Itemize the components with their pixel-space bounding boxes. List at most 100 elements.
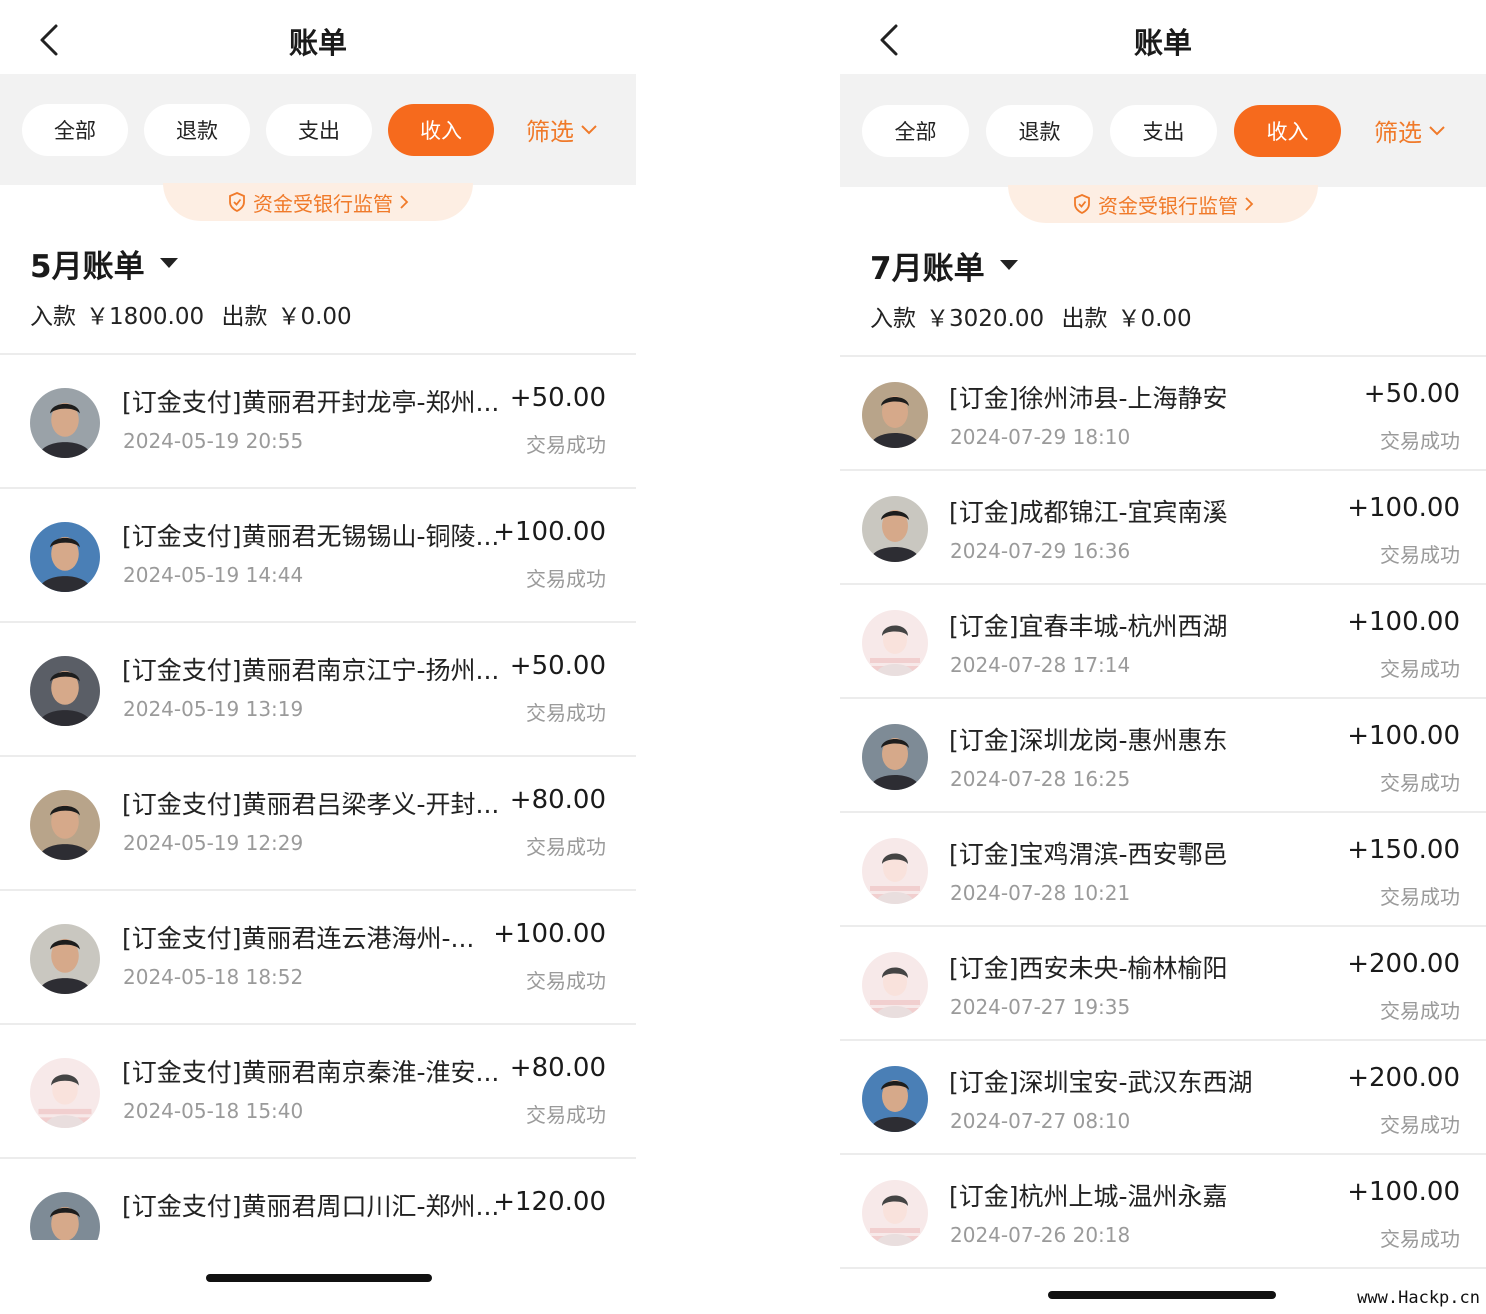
transaction-status: 交易成功 bbox=[526, 567, 606, 591]
transaction-title: [订金支付]黄丽君开封龙亭-郑州... bbox=[122, 388, 500, 417]
caret-down-icon bbox=[159, 258, 178, 268]
chevron-down-icon bbox=[581, 124, 597, 134]
transaction-row[interactable]: [订金支付]黄丽君连云港海州-... 2024-05-18 18:52 +100.0… bbox=[0, 891, 636, 1025]
avatar bbox=[862, 1180, 928, 1246]
tab-refund[interactable]: 退款 bbox=[144, 103, 250, 156]
transaction-title: [订金支付]黄丽君无锡锡山-铜陵... bbox=[122, 522, 500, 551]
transaction-status: 交易成功 bbox=[1380, 1227, 1460, 1251]
transaction-title: [订金支付]黄丽君南京江宁-扬州... bbox=[122, 656, 500, 685]
month-selector[interactable]: 7月账单 bbox=[840, 245, 1486, 287]
transaction-title: [订金]西安未央-榆林榆阳 bbox=[949, 954, 1228, 983]
transaction-time: 2024-07-27 08:10 bbox=[950, 1109, 1131, 1133]
transaction-row[interactable]: [订金]宝鸡渭滨-西安鄠邑 2024-07-28 10:21 +150.00 交易成功 bbox=[840, 813, 1486, 927]
income-label: 入款 bbox=[870, 306, 916, 332]
transaction-status: 交易成功 bbox=[1380, 999, 1460, 1023]
avatar bbox=[862, 952, 928, 1018]
transaction-time: 2024-05-18 18:52 bbox=[123, 965, 304, 989]
transaction-row[interactable]: [订金]杭州上城-温州永嘉 2024-07-26 20:18 +100.00 交易成功 bbox=[840, 1155, 1486, 1269]
transaction-title: [订金]深圳宝安-武汉东西湖 bbox=[949, 1068, 1253, 1097]
filter-dropdown[interactable]: 筛选 bbox=[526, 112, 598, 147]
outgo-label: 出款 bbox=[221, 304, 268, 330]
transaction-list: [订金支付]黄丽君开封龙亭-郑州... 2024-05-19 20:55 +50.0… bbox=[0, 355, 636, 1293]
transaction-time: 2024-07-28 10:21 bbox=[950, 881, 1131, 905]
transaction-status: 交易成功 bbox=[1380, 543, 1460, 567]
header: 账单 bbox=[0, 0, 636, 74]
home-indicator bbox=[1048, 1291, 1276, 1299]
avatar bbox=[30, 656, 100, 726]
transaction-row[interactable]: [订金]深圳龙岗-惠州惠东 2024-07-28 16:25 +100.00 交易成功 bbox=[840, 699, 1486, 813]
transaction-amount: +50.00 bbox=[509, 383, 606, 413]
outgo-amount: ￥0.00 bbox=[277, 304, 352, 330]
transaction-row[interactable]: [订金支付]黄丽君南京秦淮-淮安... 2024-05-18 15:40 +80.0… bbox=[0, 1025, 636, 1159]
month-selector[interactable]: 5月账单 bbox=[0, 243, 636, 285]
transaction-amount: +100.00 bbox=[1347, 493, 1460, 523]
income-label: 入款 bbox=[30, 304, 76, 330]
transaction-row[interactable]: [订金]成都锦江-宜宾南溪 2024-07-29 16:36 +100.00 交易成功 bbox=[840, 471, 1486, 585]
page-title: 账单 bbox=[288, 26, 347, 60]
transaction-amount: +100.00 bbox=[493, 517, 606, 547]
filter-dropdown[interactable]: 筛选 bbox=[1374, 113, 1446, 148]
page-title: 账单 bbox=[1133, 26, 1192, 60]
transaction-row[interactable]: [订金]西安未央-榆林榆阳 2024-07-27 19:35 +200.00 交易成功 bbox=[840, 927, 1486, 1041]
shield-check-icon bbox=[1074, 194, 1090, 215]
tab-refund[interactable]: 退款 bbox=[986, 104, 1093, 157]
transaction-row[interactable]: [订金]深圳宝安-武汉东西湖 2024-07-27 08:10 +200.00 交易成… bbox=[840, 1041, 1486, 1155]
avatar bbox=[862, 1066, 928, 1132]
tab-income[interactable]: 收入 bbox=[388, 103, 494, 156]
header: 账单 bbox=[840, 0, 1486, 74]
chevron-right-icon bbox=[1245, 197, 1254, 211]
transaction-amount: +200.00 bbox=[1347, 1063, 1460, 1093]
transaction-row[interactable]: [订金支付]黄丽君南京江宁-扬州... 2024-05-19 13:19 +50.0… bbox=[0, 623, 636, 757]
transaction-title: [订金]成都锦江-宜宾南溪 bbox=[949, 498, 1228, 527]
transaction-title: [订金支付]黄丽君连云港海州-... bbox=[122, 924, 475, 953]
avatar bbox=[30, 924, 100, 994]
transaction-time: 2024-05-19 13:19 bbox=[123, 697, 304, 721]
tab-income[interactable]: 收入 bbox=[1234, 104, 1341, 157]
transaction-status: 交易成功 bbox=[1380, 429, 1460, 453]
filter-bar: 全部 退款 支出 收入 筛选 bbox=[840, 74, 1486, 187]
avatar bbox=[862, 496, 928, 562]
transaction-status: 交易成功 bbox=[1380, 1113, 1460, 1137]
transaction-title: [订金支付]黄丽君吕梁孝义-开封... bbox=[122, 790, 500, 819]
transaction-title: [订金]宜春丰城-杭州西湖 bbox=[949, 612, 1228, 641]
tab-all[interactable]: 全部 bbox=[862, 104, 969, 157]
avatar bbox=[862, 610, 928, 676]
transaction-amount: +100.00 bbox=[1347, 1177, 1460, 1207]
transaction-time: 2024-07-29 16:36 bbox=[950, 539, 1131, 563]
transaction-status: 交易成功 bbox=[526, 835, 606, 859]
transaction-status: 交易成功 bbox=[526, 433, 606, 457]
transaction-amount: +50.00 bbox=[1363, 379, 1460, 409]
bank-supervision-badge[interactable]: 资金受银行监管 bbox=[163, 183, 473, 221]
shield-check-icon bbox=[229, 192, 245, 213]
transaction-time: 2024-07-28 17:14 bbox=[950, 653, 1131, 677]
transaction-amount: +120.00 bbox=[493, 1187, 606, 1217]
bank-supervision-badge[interactable]: 资金受银行监管 bbox=[1008, 185, 1318, 223]
bill-panel-july: 账单 全部 退款 支出 收入 筛选 资金受银行监管 7月账单 入款 ￥3020.0… bbox=[840, 0, 1486, 1314]
transaction-status: 交易成功 bbox=[1380, 771, 1460, 795]
transaction-title: [订金]宝鸡渭滨-西安鄠邑 bbox=[949, 840, 1228, 869]
transaction-row[interactable]: [订金支付]黄丽君无锡锡山-铜陵... 2024-05-19 14:44 +100.… bbox=[0, 489, 636, 623]
avatar bbox=[30, 522, 100, 592]
income-amount: ￥3020.00 bbox=[926, 306, 1045, 332]
caret-down-icon bbox=[999, 260, 1018, 270]
tab-expense[interactable]: 支出 bbox=[1110, 104, 1217, 157]
transaction-status: 交易成功 bbox=[526, 701, 606, 725]
avatar bbox=[862, 382, 928, 448]
income-amount: ￥1800.00 bbox=[86, 304, 205, 330]
transaction-title: [订金]深圳龙岗-惠州惠东 bbox=[949, 726, 1228, 755]
transaction-row[interactable]: [订金]宜春丰城-杭州西湖 2024-07-28 17:14 +100.00 交易成功 bbox=[840, 585, 1486, 699]
bill-panel-may: 账单 全部 退款 支出 收入 筛选 资金受银行监管 5月账单 入款 ￥1800.0… bbox=[0, 0, 636, 1314]
tab-expense[interactable]: 支出 bbox=[266, 103, 372, 156]
transaction-time: 2024-05-19 14:44 bbox=[123, 563, 304, 587]
transaction-amount: +80.00 bbox=[509, 1053, 606, 1083]
transaction-title: [订金]杭州上城-温州永嘉 bbox=[949, 1182, 1228, 1211]
chevron-right-icon bbox=[400, 195, 409, 209]
transaction-row[interactable]: [订金]徐州沛县-上海静安 2024-07-29 18:10 +50.00 交易成功 bbox=[840, 357, 1486, 471]
transaction-amount: +80.00 bbox=[509, 785, 606, 815]
transaction-amount: +100.00 bbox=[1347, 721, 1460, 751]
transaction-row[interactable]: [订金支付]黄丽君开封龙亭-郑州... 2024-05-19 20:55 +50.0… bbox=[0, 355, 636, 489]
transaction-row[interactable]: [订金支付]黄丽君吕梁孝义-开封... 2024-05-19 12:29 +80.0… bbox=[0, 757, 636, 891]
transaction-time: 2024-07-26 20:18 bbox=[950, 1223, 1131, 1247]
outgo-amount: ￥0.00 bbox=[1117, 306, 1192, 332]
tab-all[interactable]: 全部 bbox=[22, 103, 128, 156]
